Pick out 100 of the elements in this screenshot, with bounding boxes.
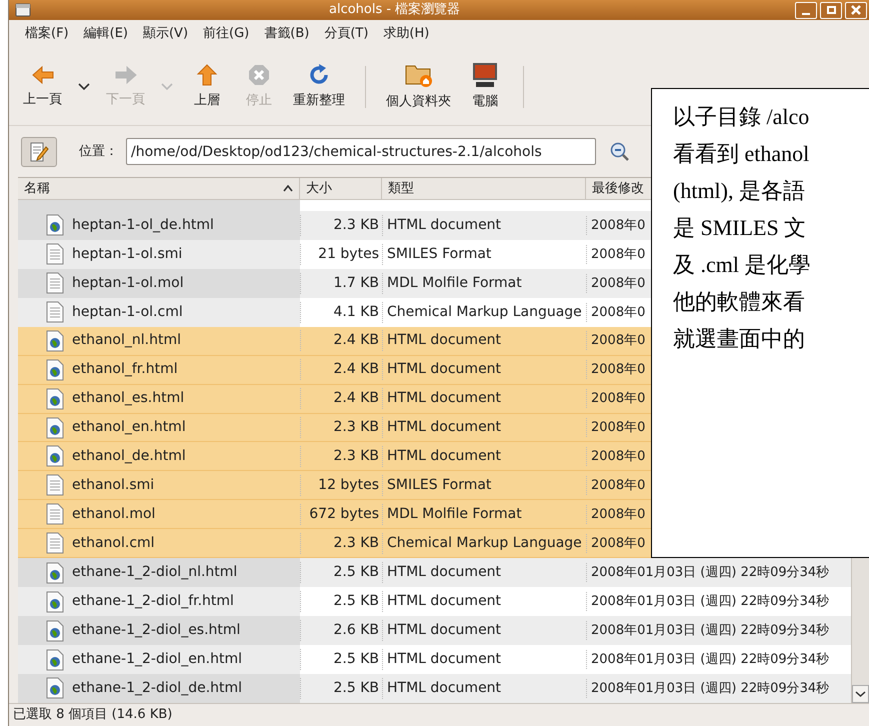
location-field[interactable]: /home/od/Desktop/od123/chemical-structures-2.1/alcohols xyxy=(126,138,596,165)
column-header[interactable]: 名稱 xyxy=(18,178,300,199)
web-document-icon xyxy=(46,214,64,236)
close-button[interactable] xyxy=(845,2,867,18)
toolbar-button[interactable]: 電腦 xyxy=(459,62,511,112)
file-type: Chemical Markup Language xyxy=(382,302,586,323)
web-document-icon xyxy=(46,416,64,439)
menu-item[interactable]: 顯示(V) xyxy=(142,24,188,44)
text-document-icon xyxy=(46,503,64,526)
file-name: ethanol_nl.html xyxy=(72,331,181,350)
file-name: ethane-1_2-diol_en.html xyxy=(72,650,242,670)
toolbar-button[interactable]: 重新整理 xyxy=(285,62,353,110)
menu-item[interactable]: 書籤(B) xyxy=(264,24,310,44)
web-document-icon xyxy=(46,562,64,584)
column-header[interactable]: 大小 xyxy=(300,178,382,199)
web-document-icon xyxy=(46,330,64,352)
file-name: ethanol_en.html xyxy=(72,418,186,438)
file-size: 2.3 KB xyxy=(300,532,382,554)
text-document-icon xyxy=(46,301,64,324)
file-type: HTML document xyxy=(382,388,586,410)
file-name: ethane-1_2-diol_fr.html xyxy=(72,592,234,612)
zoom-out-icon[interactable] xyxy=(610,142,630,162)
column-header[interactable]: 類型 xyxy=(382,178,586,199)
toolbar-button[interactable]: 上一頁 xyxy=(15,64,70,110)
file-name: ethane-1_2-diol_de.html xyxy=(72,678,242,698)
web-document-icon xyxy=(46,677,64,700)
file-name: ethanol.smi xyxy=(72,476,154,495)
status-text: 已選取 8 個項目 (14.6 KB) xyxy=(13,706,172,724)
file-row[interactable]: ethane-1_2-diol_es.html 2.6 KB HTML document 2008年01月03日 (週四) 22時09分34秒 xyxy=(18,616,851,646)
location-label: 位置： xyxy=(79,142,118,161)
file-type: MDL Molfile Format xyxy=(382,504,586,525)
file-name: ethanol_es.html xyxy=(72,389,184,408)
file-name: ethanol_fr.html xyxy=(72,360,178,380)
maximize-button[interactable] xyxy=(820,2,842,18)
web-document-icon xyxy=(46,445,64,468)
file-size: 2.4 KB xyxy=(300,388,382,410)
file-name: ethane-1_2-diol_es.html xyxy=(72,621,240,640)
file-row[interactable]: ethane-1_2-diol_de.html 2.5 KB HTML document 2008年01月03日 (週四) 22時09分34秒 xyxy=(18,674,851,703)
web-document-icon xyxy=(46,620,64,642)
text-document-icon xyxy=(46,272,64,294)
callout-text: (html), 是各語 xyxy=(673,179,806,202)
file-name: ethane-1_2-diol_nl.html xyxy=(72,563,238,582)
file-size: 4.1 KB xyxy=(300,302,382,323)
menu-item[interactable]: 編輯(E) xyxy=(84,24,128,44)
file-name: ethanol.cml xyxy=(72,534,155,553)
file-size: 672 bytes xyxy=(300,504,382,525)
up-arrow-icon xyxy=(196,62,218,87)
menu-item[interactable]: 求助(H) xyxy=(383,24,430,44)
file-size: 2.3 KB xyxy=(300,214,382,236)
toolbar-button[interactable]: 上層 xyxy=(181,62,233,110)
file-type: HTML document xyxy=(382,678,586,699)
file-size: 1.7 KB xyxy=(300,272,382,294)
scroll-down-icon[interactable] xyxy=(852,685,869,703)
file-size: 2.5 KB xyxy=(300,591,382,612)
close-icon xyxy=(851,5,861,15)
file-name: heptan-1-ol.mol xyxy=(72,274,184,293)
web-document-icon xyxy=(46,590,64,613)
edit-location-button[interactable] xyxy=(21,136,57,166)
file-type: HTML document xyxy=(382,330,586,352)
stop-icon xyxy=(247,62,271,87)
file-type: SMILES Format xyxy=(382,244,586,265)
file-size: 2.6 KB xyxy=(300,620,382,642)
callout-text: 看看到 ethanol xyxy=(673,142,810,165)
file-type: Chemical Markup Language xyxy=(382,532,586,554)
text-document-icon xyxy=(46,243,64,266)
file-size: 2.3 KB xyxy=(300,417,382,438)
file-name: ethanol.mol xyxy=(72,504,156,524)
callout-text: 以子目錄 /alco xyxy=(673,105,810,128)
menu-item[interactable]: 檔案(F) xyxy=(25,24,69,44)
file-type: HTML document xyxy=(382,620,586,642)
dropdown-caret-icon[interactable] xyxy=(78,82,90,90)
file-type: SMILES Format xyxy=(382,474,586,496)
text-document-icon xyxy=(46,474,64,496)
window-title: alcohols - 檔案瀏覽器 xyxy=(329,1,460,20)
pencil-document-icon xyxy=(29,140,49,162)
file-type: HTML document xyxy=(382,562,586,584)
menu-item[interactable]: 分頁(T) xyxy=(324,24,368,44)
web-document-icon xyxy=(46,358,64,381)
file-type: HTML document xyxy=(382,649,586,670)
file-name: ethanol_de.html xyxy=(72,446,186,466)
file-size: 2.5 KB xyxy=(300,562,382,584)
file-size: 2.3 KB xyxy=(300,446,382,467)
file-size: 2.4 KB xyxy=(300,359,382,380)
file-size: 2.4 KB xyxy=(300,330,382,352)
sort-ascending-icon xyxy=(283,185,293,192)
file-type: MDL Molfile Format xyxy=(382,272,586,294)
window-menu-icon[interactable] xyxy=(15,3,31,17)
computer-icon xyxy=(471,62,499,88)
menu-item[interactable]: 前往(G) xyxy=(203,24,250,44)
left-arrow-icon xyxy=(30,64,54,86)
file-type: HTML document xyxy=(382,359,586,380)
text-document-icon xyxy=(46,532,64,554)
file-row[interactable]: ethane-1_2-diol_nl.html 2.5 KB HTML document 2008年01月03日 (週四) 22時09分34秒 xyxy=(18,558,851,588)
web-document-icon xyxy=(46,648,64,671)
toolbar-button[interactable]: 個人資料夾 xyxy=(378,62,459,112)
file-size: 21 bytes xyxy=(300,244,382,265)
file-name: heptan-1-ol_de.html xyxy=(72,216,214,235)
right-arrow-icon xyxy=(114,64,138,86)
web-document-icon xyxy=(46,388,64,410)
minimize-button[interactable] xyxy=(795,2,817,18)
